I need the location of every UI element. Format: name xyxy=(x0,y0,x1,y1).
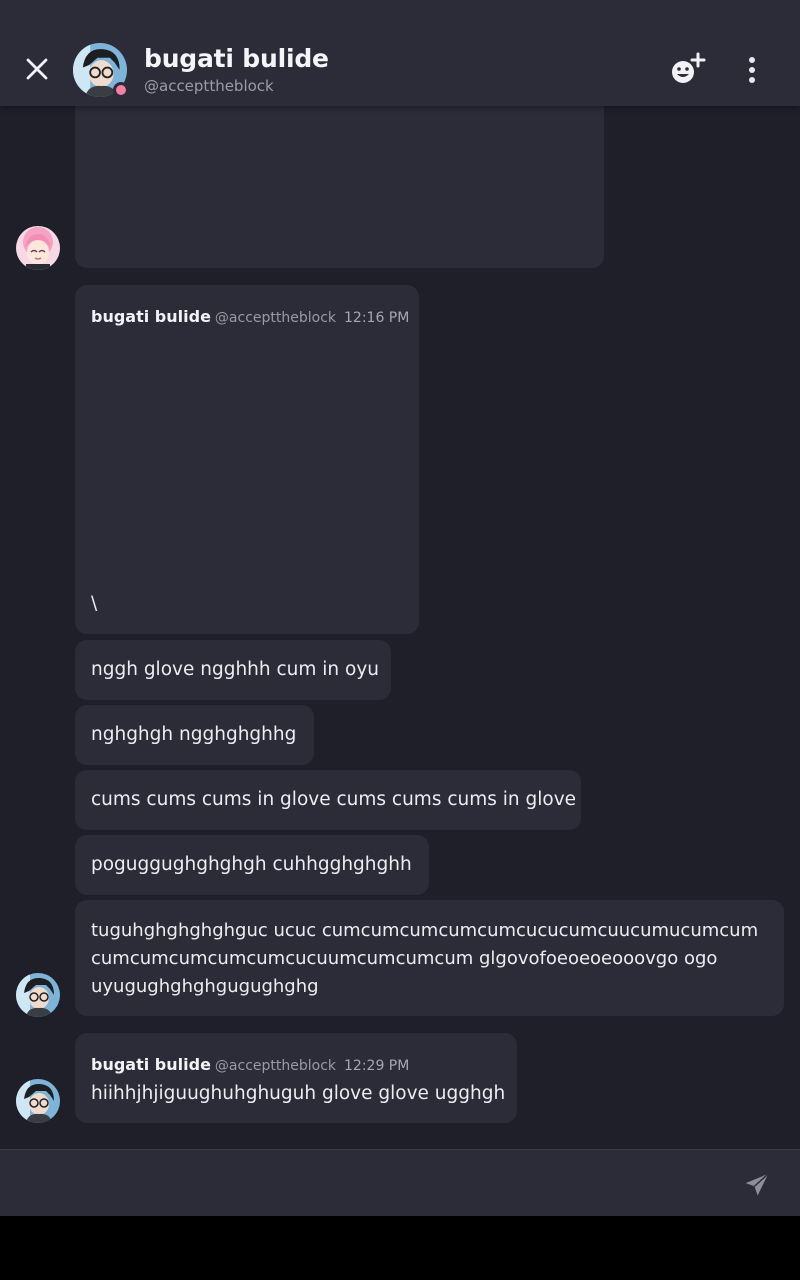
chat-screen: bugati bulide @accepttheblock 12:16 PM \ n… xyxy=(0,0,800,1216)
message-text: poguggughghghgh cuhhgghghghh xyxy=(91,854,412,875)
message-bubble[interactable]: bugati bulide @accepttheblock 12:29 PM hii… xyxy=(75,1033,517,1123)
message-text-line: cumcumcumcumcumcucuumcumcumcum glgovofoe… xyxy=(91,948,718,969)
close-button[interactable] xyxy=(16,48,58,90)
add-friend-icon xyxy=(672,52,706,83)
message-text: nggh glove ngghhh cum in oyu xyxy=(91,659,380,680)
system-navigation-bar xyxy=(0,1216,800,1280)
message-text-line: tuguhghghghghguc ucuc cumcumcumcumcumcuc… xyxy=(91,920,759,941)
message-author[interactable]: bugati bulide xyxy=(91,1055,211,1074)
more-vertical-icon-dot xyxy=(749,67,755,73)
message-text: \ xyxy=(91,593,98,614)
message-text-line: uyugughghghgugughghg xyxy=(91,976,319,997)
message-author-handle: @accepttheblock xyxy=(214,1058,337,1074)
message-composer xyxy=(0,1149,800,1216)
message-timestamp: 12:16 PM xyxy=(344,310,410,326)
avatar-bugati-bulide[interactable] xyxy=(16,1079,60,1123)
more-vertical-icon-dot xyxy=(749,77,755,83)
more-options-button[interactable] xyxy=(738,52,766,88)
message-bubble[interactable]: cums cums cums in glove cums cums cums i… xyxy=(75,770,581,830)
send-button[interactable] xyxy=(742,1170,772,1200)
message-bubble[interactable]: poguggughghghgh cuhhgghghghh xyxy=(75,835,429,895)
avatar-bugati-bulide[interactable] xyxy=(16,973,60,1017)
message-author[interactable]: bugati bulide xyxy=(91,307,211,326)
message-bubble[interactable]: bugati bulide @accepttheblock 12:16 PM \ xyxy=(75,285,419,634)
message-text: hiihhjhjiguughuhghuguh glove glove ugghg… xyxy=(91,1083,506,1104)
message-image-bubble[interactable] xyxy=(75,90,604,268)
message-meta: bugati bulide @accepttheblock 12:16 PM xyxy=(91,303,409,332)
chat-header: bugati bulide @accepttheblock xyxy=(0,0,800,106)
header-username[interactable]: bugati bulide xyxy=(144,44,329,73)
online-status-indicator xyxy=(113,82,129,98)
message-timestamp: 12:29 PM xyxy=(344,1058,410,1074)
close-icon xyxy=(26,58,48,80)
message-author-handle: @accepttheblock xyxy=(214,310,337,326)
message-bubble[interactable]: tuguhghghghghguc ucuc cumcumcumcumcumcuc… xyxy=(75,900,784,1016)
message-bubble[interactable]: nghghgh ngghghghhg xyxy=(75,705,314,765)
message-text: cums cums cums in glove cums cums cums i… xyxy=(91,789,577,810)
avatar-other-user[interactable] xyxy=(16,226,60,270)
more-vertical-icon xyxy=(749,57,755,63)
message-input[interactable] xyxy=(16,1162,716,1204)
send-icon xyxy=(745,1173,769,1196)
header-handle: @accepttheblock xyxy=(144,77,274,95)
add-friend-button[interactable] xyxy=(668,52,708,88)
message-text: nghghgh ngghghghhg xyxy=(91,724,297,745)
message-meta: bugati bulide @accepttheblock 12:29 PM xyxy=(91,1051,409,1080)
message-bubble[interactable]: nggh glove ngghhh cum in oyu xyxy=(75,640,391,700)
